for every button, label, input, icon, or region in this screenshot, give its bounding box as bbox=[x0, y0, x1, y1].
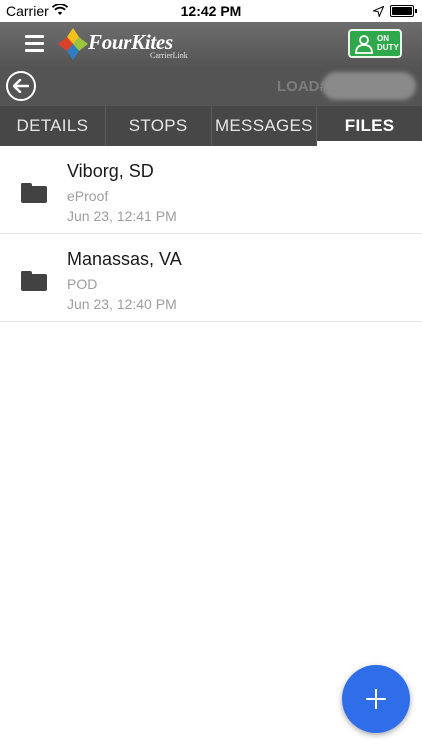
load-label: LOAD# bbox=[277, 78, 328, 95]
folder-icon bbox=[21, 183, 47, 203]
file-type: POD bbox=[67, 276, 98, 292]
battery-icon bbox=[390, 5, 417, 17]
clock: 12:42 PM bbox=[180, 3, 242, 19]
tab-stops[interactable]: STOPS bbox=[104, 106, 211, 146]
back-arrow-icon[interactable] bbox=[6, 71, 36, 101]
load-bar: LOAD# bbox=[0, 66, 422, 106]
hamburger-icon[interactable] bbox=[25, 35, 44, 52]
tab-details[interactable]: DETAILS bbox=[0, 106, 105, 146]
list-item[interactable]: Viborg, SD eProof Jun 23, 12:41 PM bbox=[0, 146, 422, 234]
file-date: Jun 23, 12:41 PM bbox=[67, 208, 177, 224]
tab-messages[interactable]: MESSAGES bbox=[210, 106, 317, 146]
folder-icon bbox=[21, 271, 47, 291]
tab-bar: DETAILS STOPS MESSAGES FILES bbox=[0, 106, 422, 146]
location-icon bbox=[371, 4, 385, 20]
duty-status-label: ON DUTY bbox=[377, 34, 399, 52]
file-type: eProof bbox=[67, 188, 109, 204]
app-subtitle: CarrierLink bbox=[150, 51, 188, 60]
add-file-button[interactable] bbox=[342, 665, 410, 733]
logo-mark-icon bbox=[58, 28, 88, 60]
load-number-redacted bbox=[322, 72, 416, 100]
status-bar: Carrier 12:42 PM bbox=[0, 0, 422, 22]
person-icon bbox=[355, 35, 373, 54]
tab-files[interactable]: FILES bbox=[316, 106, 422, 146]
app-header: FourKites CarrierLink ON DUTY bbox=[0, 22, 422, 66]
file-date: Jun 23, 12:40 PM bbox=[67, 296, 177, 312]
duty-status-button[interactable]: ON DUTY bbox=[348, 29, 402, 58]
file-location: Viborg, SD bbox=[67, 161, 154, 181]
file-location: Manassas, VA bbox=[67, 249, 182, 269]
list-item[interactable]: Manassas, VA POD Jun 23, 12:40 PM bbox=[0, 234, 422, 322]
file-list: Viborg, SD eProof Jun 23, 12:41 PM Manas… bbox=[0, 146, 422, 322]
